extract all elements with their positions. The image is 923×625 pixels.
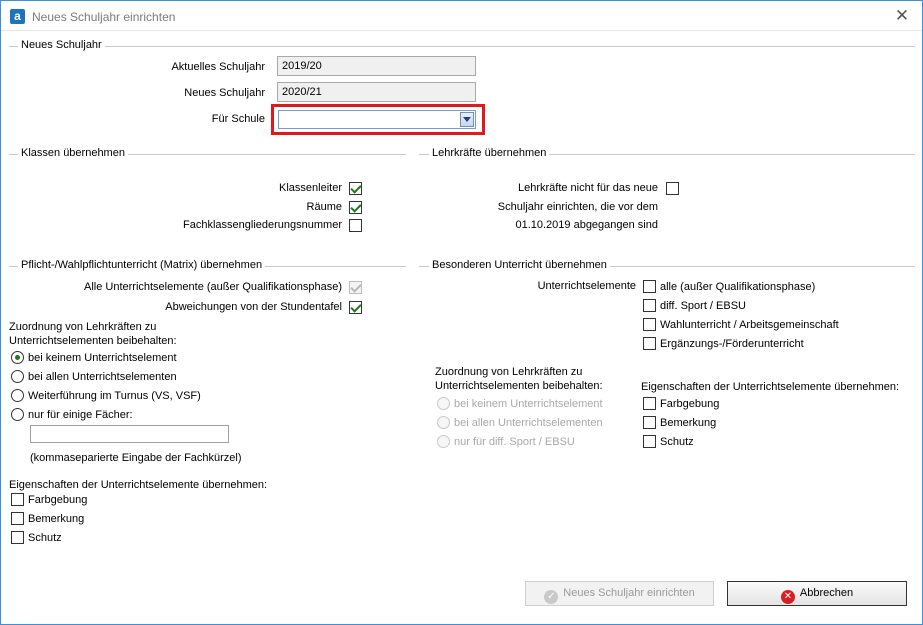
radio-some-subjects[interactable]: [11, 408, 24, 421]
dialog-window: a Neues Schuljahr einrichten ✕ Neues Sch…: [0, 0, 923, 625]
checkmark-icon: ✓: [544, 590, 559, 604]
assignment-heading-line2: Unterrichtselementen beibehalten:: [9, 335, 177, 347]
remark-checkbox-left[interactable]: [11, 512, 24, 525]
cancel-icon: ✕: [780, 590, 795, 604]
properties-heading-right: Eigenschaften der Unterrichtselemente üb…: [641, 381, 900, 393]
elements-label: Unterrichtselemente: [537, 280, 636, 292]
group-title-mandatory: Pflicht-/Wahlpflichtunterricht (Matrix) …: [18, 259, 266, 271]
group-title-special: Besonderen Unterricht übernehmen: [429, 259, 610, 271]
radio-all-elements[interactable]: [11, 370, 24, 383]
class-number-label: Fachklassengliederungsnummer: [183, 219, 342, 231]
deviations-checkbox[interactable]: [349, 301, 362, 314]
deviations-label: Abweichungen von der Stundentafel: [165, 301, 342, 313]
cancel-label: Abbrechen: [799, 587, 854, 599]
color-checkbox-left[interactable]: [11, 493, 24, 506]
class-teacher-label: Klassenleiter: [279, 182, 342, 194]
color-label-left: Farbgebung: [28, 494, 88, 506]
subjects-hint: (kommaseparierte Eingabe der Fachkürzel): [30, 452, 242, 464]
properties-heading-left: Eigenschaften der Unterrichtselemente üb…: [9, 479, 268, 491]
class-number-checkbox[interactable]: [349, 219, 362, 232]
teachers-left-checkbox[interactable]: [666, 182, 679, 195]
protection-checkbox-right[interactable]: [643, 435, 656, 448]
group-title-teachers: Lehrkräfte übernehmen: [429, 147, 550, 159]
protection-label-right: Schutz: [660, 436, 694, 448]
special-radio-all-elements[interactable]: [437, 416, 450, 429]
remark-label-right: Bemerkung: [660, 417, 717, 429]
create-school-year-button[interactable]: ✓ Neues Schuljahr einrichten: [525, 581, 714, 606]
radio-rotation[interactable]: [11, 389, 24, 402]
special-radio-all-elements-label: bei allen Unterrichtselementen: [454, 417, 603, 429]
special-radio-no-element[interactable]: [437, 397, 450, 410]
new-year-label: Neues Schuljahr: [184, 87, 265, 99]
diff-sport-checkbox[interactable]: [643, 299, 656, 312]
create-school-year-label: Neues Schuljahr einrichten: [563, 587, 695, 599]
special-assignment-line1: Zuordnung von Lehrkräften zu: [435, 366, 583, 378]
color-checkbox-right[interactable]: [643, 397, 656, 410]
protection-checkbox-left[interactable]: [11, 531, 24, 544]
app-logo-icon: a: [10, 9, 25, 24]
special-radio-diff-sport-label: nur für diff. Sport / EBSU: [454, 436, 575, 448]
assignment-heading-line1: Zuordnung von Lehrkräften zu: [9, 321, 157, 333]
group-title-new-year: Neues Schuljahr: [18, 39, 105, 51]
remark-checkbox-right[interactable]: [643, 416, 656, 429]
remark-label-left: Bemerkung: [28, 513, 85, 525]
radio-no-element-label: bei keinem Unterrichtselement: [28, 352, 177, 364]
radio-some-subjects-label: nur für einige Fächer:: [28, 409, 133, 421]
protection-label-left: Schutz: [28, 532, 62, 544]
special-radio-no-element-label: bei keinem Unterrichtselement: [454, 398, 603, 410]
teachers-text-line2: Schuljahr einrichten, die vor dem: [497, 201, 658, 213]
window-title: Neues Schuljahr einrichten: [32, 10, 176, 24]
radio-rotation-label: Weiterführung im Turnus (VS, VSF): [28, 390, 201, 402]
cancel-button[interactable]: ✕ Abbrechen: [727, 581, 907, 606]
elements-all-label: alle (außer Qualifikationsphase): [660, 281, 816, 293]
radio-no-element[interactable]: [11, 351, 24, 364]
title-bar: a Neues Schuljahr einrichten ✕: [1, 1, 922, 31]
elective-label: Wahlunterricht / Arbeitsgemeinschaft: [660, 319, 839, 331]
color-label-right: Farbgebung: [660, 398, 720, 410]
group-divider: [9, 46, 915, 47]
special-radio-diff-sport[interactable]: [437, 435, 450, 448]
elements-all-checkbox[interactable]: [643, 280, 656, 293]
teachers-text-line1: Lehrkräfte nicht für das neue: [517, 182, 658, 194]
teachers-text-line3: 01.10.2019 abgegangen sind: [515, 219, 658, 231]
elective-checkbox[interactable]: [643, 318, 656, 331]
school-label: Für Schule: [211, 113, 265, 125]
new-year-field: 2020/21: [277, 82, 476, 102]
all-elements-checkbox[interactable]: [349, 281, 362, 294]
chevron-down-icon[interactable]: [460, 112, 474, 127]
subjects-input[interactable]: [30, 425, 229, 443]
diff-sport-label: diff. Sport / EBSU: [660, 300, 747, 312]
remedial-checkbox[interactable]: [643, 337, 656, 350]
radio-all-elements-label: bei allen Unterrichtselementen: [28, 371, 177, 383]
close-icon[interactable]: ✕: [892, 6, 912, 26]
current-year-field: 2019/20: [277, 56, 476, 76]
all-elements-label: Alle Unterrichtselemente (außer Qualifik…: [83, 281, 342, 293]
remedial-label: Ergänzungs-/Förderunterricht: [660, 338, 804, 350]
group-title-classes: Klassen übernehmen: [18, 147, 128, 159]
current-year-label: Aktuelles Schuljahr: [171, 61, 265, 73]
rooms-checkbox[interactable]: [349, 201, 362, 214]
special-assignment-line2: Unterrichtselementen beibehalten:: [435, 380, 603, 392]
class-teacher-checkbox[interactable]: [349, 182, 362, 195]
rooms-label: Räume: [306, 201, 342, 213]
school-select[interactable]: [278, 110, 476, 129]
